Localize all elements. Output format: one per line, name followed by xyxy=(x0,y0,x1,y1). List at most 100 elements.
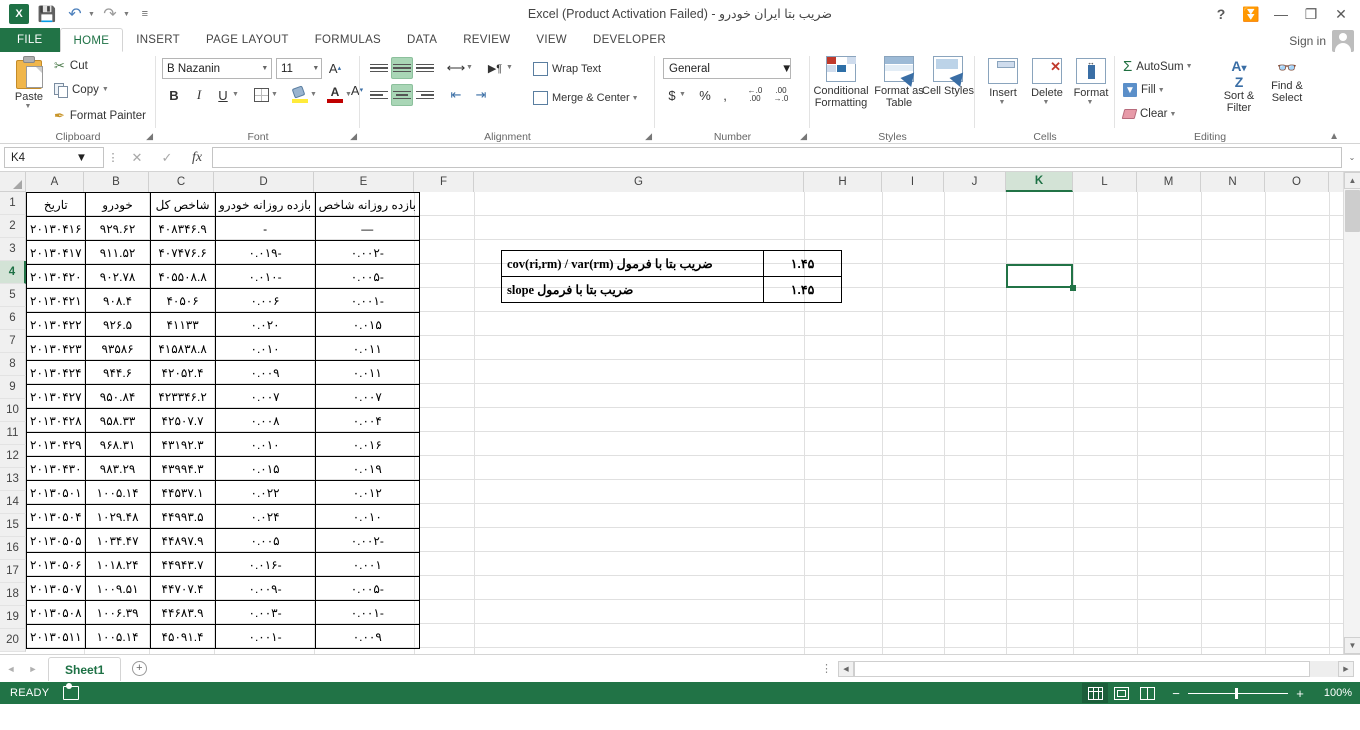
column-label-c[interactable]: شاخص کل xyxy=(149,192,216,217)
column-label-d[interactable]: بازده روزانه خودرو xyxy=(214,192,316,217)
row-header-14[interactable]: 14 xyxy=(0,491,26,514)
paste-button[interactable]: Paste ▼ xyxy=(6,56,52,110)
name-box[interactable]: K4 ▼ xyxy=(4,147,104,168)
row-header-7[interactable]: 7 xyxy=(0,330,26,353)
row-header-8[interactable]: 8 xyxy=(0,353,26,376)
close-icon[interactable]: ✕ xyxy=(1326,1,1356,27)
beta-row[interactable]: ضریب بتا با فرمول cov(ri,rm) / var(rm) ۱.… xyxy=(501,250,842,277)
cell-c8[interactable]: ۴۲۰۵۲.۴ xyxy=(149,360,216,385)
align-right-icon[interactable] xyxy=(414,84,436,106)
cell-b10[interactable]: ۹۵۸.۳۳ xyxy=(84,408,151,433)
column-header-a[interactable]: A xyxy=(26,172,84,192)
font-name-box[interactable]: ▼ xyxy=(162,58,272,79)
fill-button[interactable]: ▼ Fill ▼ xyxy=(1123,83,1165,97)
orientation-icon[interactable]: ⟷ xyxy=(445,57,467,79)
cell-b11[interactable]: ۹۶۸.۳۱ xyxy=(84,432,151,457)
column-header-o[interactable]: O xyxy=(1265,172,1329,192)
horizontal-scroll-track[interactable] xyxy=(854,660,1338,677)
cell-c6[interactable]: ۴۱۱۳۳ xyxy=(149,312,216,337)
cancel-formula-icon[interactable]: ✕ xyxy=(122,150,152,166)
row-header-1[interactable]: 1 xyxy=(0,192,26,215)
cell-b4[interactable]: ۹۰۲.۷۸ xyxy=(84,264,151,289)
cell-b13[interactable]: ۱۰۰۵.۱۴ xyxy=(84,480,151,505)
zoom-slider-track[interactable] xyxy=(1188,687,1288,699)
bold-icon[interactable]: B xyxy=(163,84,185,106)
autosum-dropdown-icon[interactable]: ▼ xyxy=(1186,63,1193,70)
row-header-17[interactable]: 17 xyxy=(0,560,26,583)
collapse-ribbon-icon[interactable]: ▲ xyxy=(1329,131,1339,142)
zoom-out-icon[interactable]: − xyxy=(1170,686,1182,701)
column-header-f[interactable]: F xyxy=(414,172,474,192)
table-row[interactable]: ۲۰۱۳۰۴۲۹ ۹۶۸.۳۱ ۴۳۱۹۲.۳ ۰.۰۱۰ ۰.۰۱۶ xyxy=(26,432,420,457)
table-row[interactable]: ۲۰۱۳۰۴۱۷ ۹۱۱.۵۲ ۴۰۷۴۷۶.۶ -۰.۰۱۹ -۰.۰۰۲ xyxy=(26,240,420,265)
tab-view[interactable]: VIEW xyxy=(523,28,580,52)
column-header-l[interactable]: L xyxy=(1073,172,1137,192)
cell-c13[interactable]: ۴۴۵۳۷.۱ xyxy=(149,480,216,505)
cell-c3[interactable]: ۴۰۷۴۷۶.۶ xyxy=(149,240,216,265)
row-header-18[interactable]: 18 xyxy=(0,583,26,606)
cell-d18[interactable]: -۰.۰۰۳ xyxy=(214,600,316,625)
paste-dropdown-icon[interactable]: ▼ xyxy=(4,103,52,110)
column-label-a[interactable]: تاریخ xyxy=(26,192,86,217)
cell-d14[interactable]: ۰.۰۲۴ xyxy=(214,504,316,529)
clear-button[interactable]: Clear ▼ xyxy=(1121,108,1176,120)
cell-b5[interactable]: ۹۰۸.۴ xyxy=(84,288,151,313)
data-table[interactable]: تاریخ خودرو شاخص کل بازده روزانه خودرو بازده… xyxy=(26,192,420,649)
cell-a8[interactable]: ۲۰۱۳۰۴۲۴ xyxy=(26,360,86,385)
cell-e7[interactable]: ۰.۰۱۱ xyxy=(314,336,420,361)
cell-b3[interactable]: ۹۱۱.۵۲ xyxy=(84,240,151,265)
restore-icon[interactable]: ❐ xyxy=(1296,1,1326,27)
cell-c19[interactable]: ۴۵۰۹۱.۴ xyxy=(149,624,216,649)
table-row[interactable]: ۲۰۱۳۰۴۲۴ ۹۴۴.۶ ۴۲۰۵۲.۴ ۰.۰۰۹ ۰.۰۱۱ xyxy=(26,360,420,385)
beta-value-2[interactable]: ۱.۴۵ xyxy=(763,276,842,303)
cell-b19[interactable]: ۱۰۰۵.۱۴ xyxy=(84,624,151,649)
font-size-box[interactable]: ▼ xyxy=(276,58,322,79)
format-cells-button[interactable]: ↔ Format ▼ xyxy=(1067,58,1115,106)
cell-c4[interactable]: ۴۰۵۵۰۸.۸ xyxy=(149,264,216,289)
currency-icon[interactable]: $ xyxy=(665,84,679,106)
help-icon[interactable]: ? xyxy=(1206,1,1236,27)
format-dropdown-icon[interactable]: ▼ xyxy=(1065,99,1115,106)
table-row[interactable]: ۲۰۱۳۰۴۲۳ ۹۳۵۸۶ ۴۱۵۸۳۸.۸ ۰.۰۱۰ ۰.۰۱۱ xyxy=(26,336,420,361)
beta-coefficient-table[interactable]: ضریب بتا با فرمول cov(ri,rm) / var(rm) ۱.… xyxy=(501,250,842,303)
table-row[interactable]: ۲۰۱۳۰۴۲۰ ۹۰۲.۷۸ ۴۰۵۵۰۸.۸ -۰.۰۱۰ -۰.۰۰۵ xyxy=(26,264,420,289)
fill-dropdown-icon[interactable]: ▼ xyxy=(1158,87,1165,94)
table-row[interactable]: ۲۰۱۳۰۵۰۵ ۱۰۳۴.۴۷ ۴۴۸۹۷.۹ ۰.۰۰۵ -۰.۰۰۲ xyxy=(26,528,420,553)
delete-cells-button[interactable]: ✕ Delete ▼ xyxy=(1023,58,1071,106)
table-row[interactable]: ۲۰۱۳۰۴۲۸ ۹۵۸.۳۳ ۴۲۵۰۷.۷ ۰.۰۰۸ ۰.۰۰۴ xyxy=(26,408,420,433)
cell-a10[interactable]: ۲۰۱۳۰۴۲۸ xyxy=(26,408,86,433)
row-header-4[interactable]: 4 xyxy=(0,261,26,284)
cell-a19[interactable]: ۲۰۱۳۰۵۱۱ xyxy=(26,624,86,649)
cell-a9[interactable]: ۲۰۱۳۰۴۲۷ xyxy=(26,384,86,409)
conditional-formatting-button[interactable]: Conditional Formatting xyxy=(810,56,872,109)
font-color-icon[interactable]: A xyxy=(324,84,346,106)
cell-d13[interactable]: ۰.۰۲۲ xyxy=(214,480,316,505)
sort-filter-button[interactable]: A▾ Z Sort & Filter xyxy=(1215,58,1263,114)
font-name-dropdown-icon[interactable]: ▼ xyxy=(259,65,271,72)
table-row[interactable]: ۲۰۱۳۰۵۰۸ ۱۰۰۶.۳۹ ۴۴۶۸۳.۹ -۰.۰۰۳ -۰.۰۰۱ xyxy=(26,600,420,625)
tab-developer[interactable]: DEVELOPER xyxy=(580,28,679,52)
cell-c15[interactable]: ۴۴۸۹۷.۹ xyxy=(149,528,216,553)
minimize-icon[interactable]: — xyxy=(1266,1,1296,27)
table-row[interactable]: ۲۰۱۳۰۵۱۱ ۱۰۰۵.۱۴ ۴۵۰۹۱.۴ -۰.۰۰۱ ۰.۰۰۹ xyxy=(26,624,420,649)
tab-review[interactable]: REVIEW xyxy=(450,28,523,52)
column-label-b[interactable]: خودرو xyxy=(84,192,151,217)
row-header-19[interactable]: 19 xyxy=(0,606,26,629)
number-format-dropdown-icon[interactable]: ▼ xyxy=(776,63,792,75)
cell-d7[interactable]: ۰.۰۱۰ xyxy=(214,336,316,361)
clipboard-dialog-launcher-icon[interactable]: ◢ xyxy=(146,131,153,142)
underline-icon[interactable]: U xyxy=(212,84,234,106)
cell-e6[interactable]: ۰.۰۱۵ xyxy=(314,312,420,337)
horizontal-scrollbar[interactable]: ◀ ▶ xyxy=(838,660,1354,677)
beta-row[interactable]: ضریب بتا با فرمول slope ۱.۴۵ xyxy=(501,276,842,303)
cell-e2[interactable]: — xyxy=(314,216,420,241)
format-painter-button[interactable]: ✒ Format Painter xyxy=(54,108,146,124)
cell-d10[interactable]: ۰.۰۰۸ xyxy=(214,408,316,433)
formula-input[interactable] xyxy=(212,147,1342,168)
row-header-11[interactable]: 11 xyxy=(0,422,26,445)
table-row[interactable]: ۲۰۱۳۰۴۲۱ ۹۰۸.۴ ۴۰۵۰۶ ۰.۰۰۶ -۰.۰۰۱ xyxy=(26,288,420,313)
table-row[interactable]: ۲۰۱۳۰۵۰۶ ۱۰۱۸.۲۴ ۴۴۹۴۳.۷ -۰.۰۱۶ ۰.۰۰۱ xyxy=(26,552,420,577)
cell-d19[interactable]: -۰.۰۰۱ xyxy=(214,624,316,649)
vertical-scroll-thumb[interactable] xyxy=(1345,190,1360,232)
cell-a18[interactable]: ۲۰۱۳۰۵۰۸ xyxy=(26,600,86,625)
